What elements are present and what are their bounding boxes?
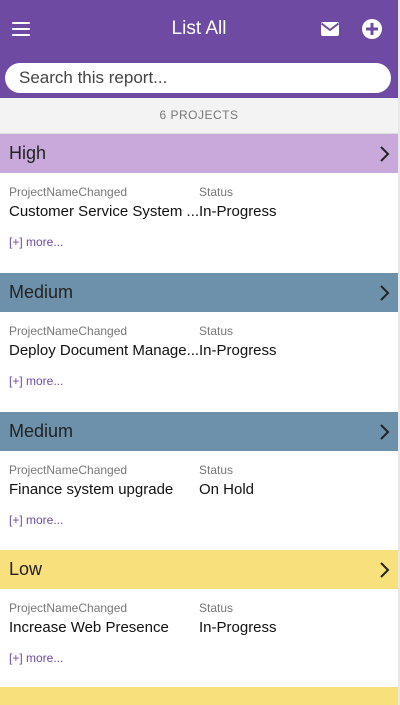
group-priority-label: Medium: [9, 282, 74, 302]
status-value: On Hold: [199, 481, 255, 498]
project-name-label: ProjectNameChanged: [9, 324, 128, 338]
app-screen: List All 6 PROJECTS High Project: [0, 0, 398, 705]
project-card[interactable]: ProjectNameChanged Status Deploy Documen…: [0, 312, 398, 413]
envelope-icon[interactable]: [320, 20, 340, 38]
project-card[interactable]: ProjectNameChanged Status Increase Web P…: [0, 589, 398, 690]
project-count: 6 PROJECTS: [0, 98, 398, 134]
status-value: In-Progress: [199, 619, 277, 636]
status-label: Status: [199, 324, 234, 338]
group-priority-label: Low: [9, 559, 43, 579]
priority-group: Low ProjectNameChanged Status Increase W…: [0, 550, 398, 690]
project-name-value: Customer Service System ...: [9, 203, 200, 220]
project-name-value: Finance system upgrade: [9, 481, 174, 498]
more-link[interactable]: [+] more...: [9, 235, 63, 249]
priority-group: Medium ProjectNameChanged Status Deploy …: [0, 273, 398, 413]
status-value: In-Progress: [199, 342, 277, 359]
priority-group: High ProjectNameChanged Status Customer …: [0, 134, 398, 274]
chevron-right-icon: [380, 424, 390, 440]
status-label: Status: [199, 463, 234, 477]
project-card[interactable]: ProjectNameChanged Status Customer Servi…: [0, 173, 398, 274]
more-link[interactable]: [+] more...: [9, 374, 63, 388]
priority-group: Medium ProjectNameChanged Status Finance…: [0, 412, 398, 552]
more-link[interactable]: [+] more...: [9, 651, 63, 665]
status-value: In-Progress: [199, 203, 277, 220]
project-name-value: Increase Web Presence: [9, 619, 169, 636]
status-label: Status: [199, 601, 234, 615]
group-priority-label: High: [9, 143, 47, 163]
status-label: Status: [199, 185, 234, 199]
chevron-right-icon: [380, 562, 390, 578]
project-name-label: ProjectNameChanged: [9, 185, 128, 199]
group-header-medium[interactable]: Medium: [0, 412, 398, 451]
project-name-label: ProjectNameChanged: [9, 601, 128, 615]
group-header-low[interactable]: Low: [0, 550, 398, 589]
chevron-right-icon: [380, 146, 390, 162]
next-group-header-partial[interactable]: [0, 687, 398, 705]
search-bar: [0, 60, 398, 98]
project-card[interactable]: ProjectNameChanged Status Finance system…: [0, 451, 398, 552]
group-header-medium[interactable]: Medium: [0, 273, 398, 312]
group-header-high[interactable]: High: [0, 134, 398, 173]
top-app-bar: List All: [0, 0, 398, 60]
chevron-right-icon: [380, 285, 390, 301]
group-priority-label: Medium: [9, 421, 74, 441]
more-link[interactable]: [+] more...: [9, 513, 63, 527]
search-input[interactable]: [5, 63, 391, 93]
plus-circle-icon[interactable]: [361, 18, 383, 40]
project-name-label: ProjectNameChanged: [9, 463, 128, 477]
project-name-value: Deploy Document Manage...: [9, 342, 200, 359]
